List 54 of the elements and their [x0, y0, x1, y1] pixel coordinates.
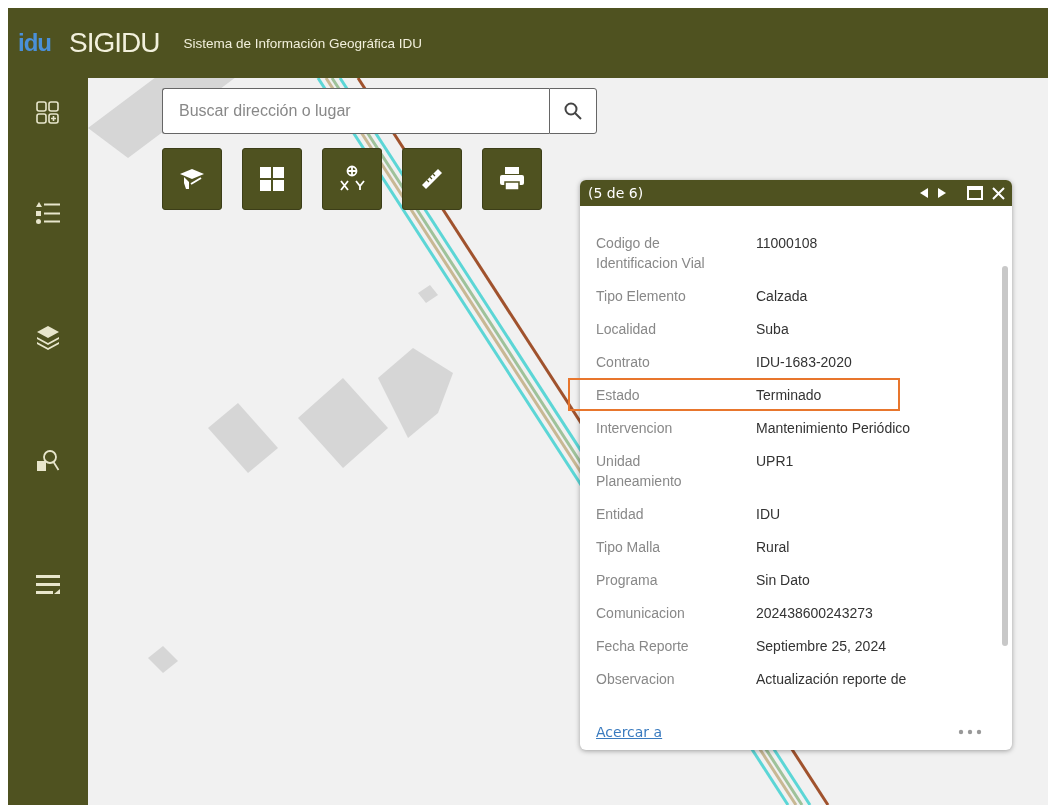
search-field[interactable]: Buscar dirección o lugar: [162, 88, 549, 134]
printer-icon: [498, 165, 526, 193]
app-subtitle: Sistema de Información Geográfica IDU: [183, 35, 423, 51]
field-value: Sin Dato: [756, 570, 810, 590]
field-value: Suba: [756, 319, 789, 339]
field-value: Actualización reporte de: [756, 669, 907, 689]
logo-text: idu: [18, 29, 51, 57]
field-value: 202438600243273: [756, 603, 873, 623]
search-icon: [564, 102, 582, 120]
field-value: IDU: [756, 504, 781, 524]
grid-icon: [258, 165, 286, 193]
zoom-to-link[interactable]: Acercar a: [596, 724, 663, 740]
coordinates-tool-button[interactable]: [322, 148, 382, 210]
grid-plus-icon[interactable]: [35, 100, 61, 126]
field-value: Mantenimiento Periódico: [756, 418, 911, 438]
field-label: Comunicacion: [596, 603, 686, 623]
list-icon[interactable]: [35, 200, 61, 226]
app-title: SIGIDU: [69, 27, 160, 59]
field-value: UPR1: [756, 451, 794, 471]
previous-icon[interactable]: [919, 187, 929, 199]
layers-icon[interactable]: [35, 324, 61, 350]
field-value: Calzada: [756, 286, 808, 306]
field-label: Intervencion: [596, 418, 674, 438]
field-label: Localidad: [596, 319, 657, 339]
building-shape: [418, 285, 438, 303]
field-label: Contrato: [596, 352, 651, 372]
field-value: Terminado: [756, 385, 822, 405]
feature-counter: (5 de 6): [588, 185, 644, 201]
field-label: Fecha Reporte: [596, 636, 690, 656]
field-label: Unidad Planeamiento: [596, 451, 683, 491]
field-label: Entidad: [596, 504, 645, 524]
more-options-icon[interactable]: [958, 729, 982, 735]
measure-tool-button[interactable]: [402, 148, 462, 210]
field-value: Rural: [756, 537, 790, 557]
learn-tool-button[interactable]: [162, 148, 222, 210]
field-label: Programa: [596, 570, 659, 590]
field-value: Septiembre 25, 2024: [756, 636, 886, 656]
search-document-icon[interactable]: [35, 448, 61, 474]
field-label: Tipo Elemento: [596, 286, 687, 306]
maximize-icon[interactable]: [967, 186, 983, 200]
field-value: IDU-1683-2020: [756, 352, 852, 372]
field-label: Estado: [596, 385, 641, 405]
search-button[interactable]: [549, 88, 597, 134]
field-label: Tipo Malla: [596, 537, 662, 557]
field-value: 11000108: [756, 233, 818, 253]
basemap-tool-button[interactable]: [242, 148, 302, 210]
next-icon[interactable]: [937, 187, 947, 199]
building-shape: [208, 403, 278, 473]
field-label: Codigo de Identificacion Vial: [596, 233, 706, 273]
print-tool-button[interactable]: [482, 148, 542, 210]
field-label: Observacion: [596, 669, 676, 689]
building-shape: [148, 646, 178, 673]
crosshair-xy-icon: [338, 165, 366, 193]
close-icon[interactable]: [991, 185, 1006, 201]
